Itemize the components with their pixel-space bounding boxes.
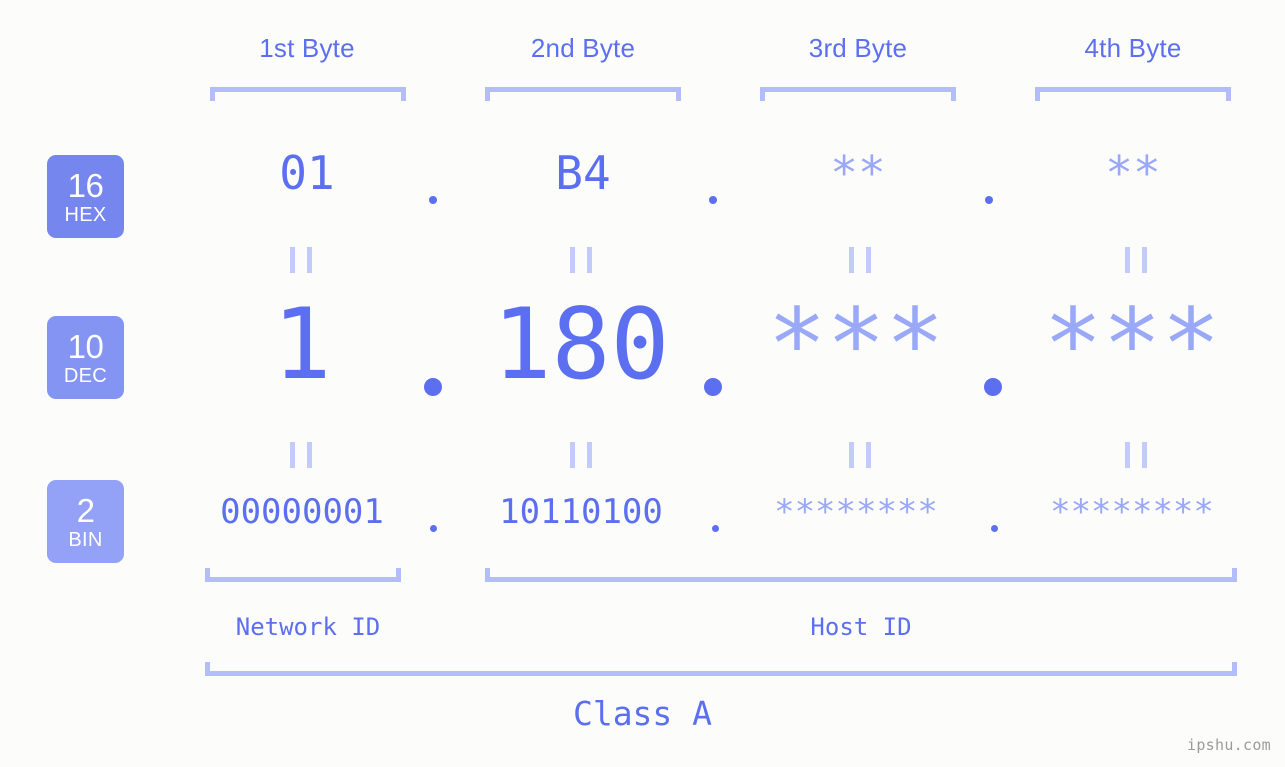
bin-dot-3 xyxy=(991,525,998,532)
class-label: Class A xyxy=(572,694,713,733)
dec-dot-1 xyxy=(424,378,442,396)
equivalence-mark-dec-bin-3 xyxy=(849,442,871,468)
dec-byte-1: 1 xyxy=(272,288,332,402)
bin-byte-2: 10110100 xyxy=(499,492,663,532)
hex-byte-3: ** xyxy=(830,146,886,200)
host-id-label: Host ID xyxy=(810,613,912,641)
equivalence-mark-hex-dec-1 xyxy=(290,247,312,273)
byte-header-1: 1st Byte xyxy=(259,33,355,63)
dec-byte-3: *** xyxy=(767,288,945,402)
site-watermark: ipshu.com xyxy=(1187,736,1271,754)
radix-name-dec: DEC xyxy=(63,364,108,387)
dec-byte-4: *** xyxy=(1043,288,1221,402)
bin-dot-1 xyxy=(430,525,437,532)
byte-header-2: 2nd Byte xyxy=(530,33,636,63)
hex-byte-2: B4 xyxy=(555,146,611,200)
byte-header-4: 4th Byte xyxy=(1084,33,1182,63)
radix-base-bin: 2 xyxy=(76,491,95,529)
byte-bracket-2 xyxy=(485,87,681,101)
host-id-bracket xyxy=(485,568,1237,582)
radix-name-hex: HEX xyxy=(64,203,107,226)
radix-base-dec: 10 xyxy=(67,327,104,365)
radix-badge-dec: 10 DEC xyxy=(47,316,124,399)
radix-badge-hex: 16 HEX xyxy=(47,155,124,238)
bin-byte-3: ******** xyxy=(774,492,938,532)
hex-byte-4: ** xyxy=(1105,146,1161,200)
hex-byte-1: 01 xyxy=(279,146,335,200)
equivalence-mark-hex-dec-4 xyxy=(1125,247,1147,273)
class-bracket xyxy=(205,662,1237,676)
hex-dot-3 xyxy=(985,196,993,204)
bin-byte-1: 00000001 xyxy=(220,492,384,532)
bin-byte-4: ******** xyxy=(1050,492,1214,532)
ip-address-breakdown-diagram: 1st Byte 2nd Byte 3rd Byte 4th Byte 16 H… xyxy=(0,0,1285,767)
equivalence-mark-hex-dec-3 xyxy=(849,247,871,273)
bin-dot-2 xyxy=(712,525,719,532)
radix-name-bin: BIN xyxy=(68,528,103,551)
dec-dot-2 xyxy=(704,378,722,396)
network-id-bracket xyxy=(205,568,401,582)
dec-dot-3 xyxy=(984,378,1002,396)
radix-base-hex: 16 xyxy=(67,166,104,204)
byte-bracket-4 xyxy=(1035,87,1231,101)
equivalence-mark-hex-dec-2 xyxy=(570,247,592,273)
byte-bracket-3 xyxy=(760,87,956,101)
equivalence-mark-dec-bin-2 xyxy=(570,442,592,468)
byte-bracket-1 xyxy=(210,87,406,101)
equivalence-mark-dec-bin-4 xyxy=(1125,442,1147,468)
dec-byte-2: 180 xyxy=(492,288,670,402)
hex-dot-1 xyxy=(429,196,437,204)
radix-badge-bin: 2 BIN xyxy=(47,480,124,563)
hex-dot-2 xyxy=(709,196,717,204)
equivalence-mark-dec-bin-1 xyxy=(290,442,312,468)
byte-header-3: 3rd Byte xyxy=(808,33,908,63)
network-id-label: Network ID xyxy=(235,613,381,641)
